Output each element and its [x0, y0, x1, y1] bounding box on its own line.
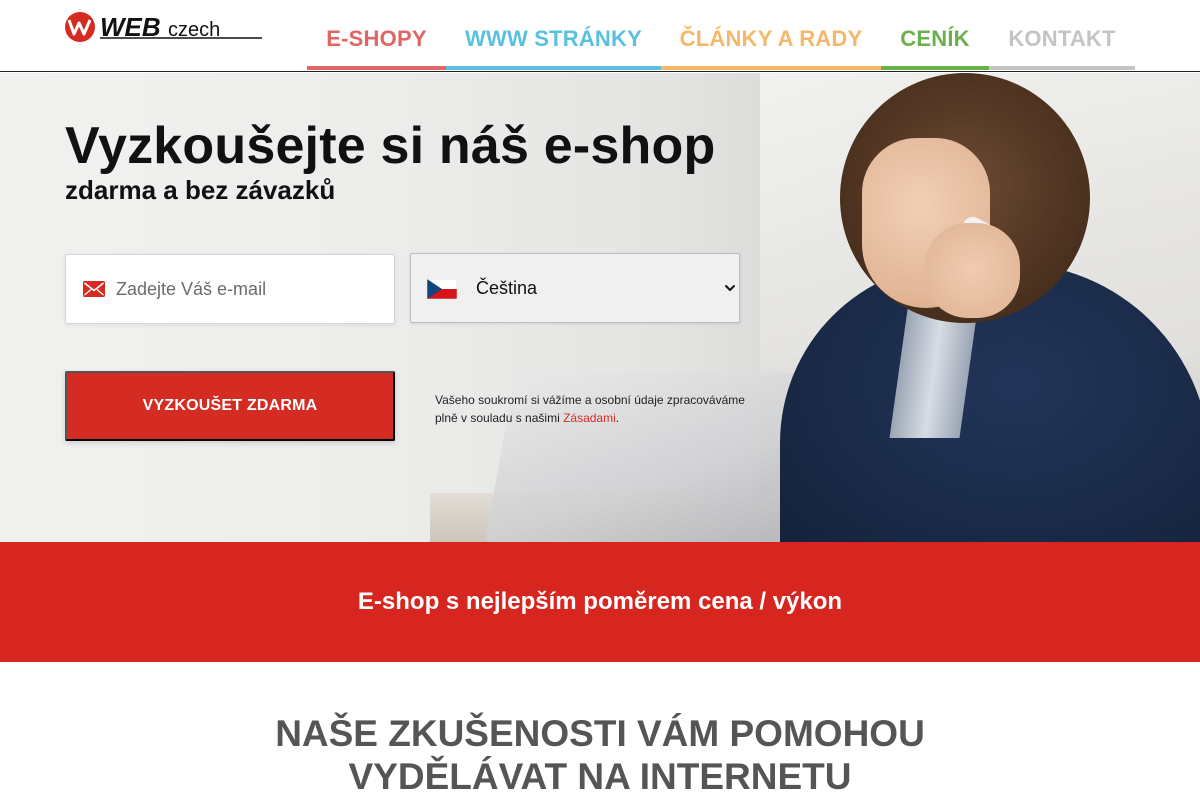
hero-title: Vyzkoušejte si náš e-shop [65, 117, 716, 175]
value-band: E-shop s nejlepším poměrem cena / výkon [0, 542, 1200, 662]
site-header: WEB czech E-SHOPY WWW STRÁNKY ČLÁNKY A R… [0, 0, 1200, 72]
envelope-icon [83, 281, 105, 297]
chevron-down-icon [725, 285, 735, 291]
language-selected-value: Čeština [476, 278, 538, 298]
experience-heading: NAŠE ZKUŠENOSTI VÁM POMOHOU VYDĚLÁVAT NA… [0, 712, 1200, 798]
privacy-policy-link[interactable]: Zásadami [563, 411, 616, 425]
czech-flag-icon [427, 279, 457, 299]
privacy-note: Vašeho soukromí si vážíme a osobní údaje… [435, 391, 765, 427]
hero-section: Vyzkoušejte si náš e-shop zdarma a bez z… [0, 73, 1200, 542]
nav-www-stranky[interactable]: WWW STRÁNKY [446, 0, 661, 70]
try-free-button[interactable]: VYZKOUŠET ZDARMA [65, 371, 395, 441]
experience-heading-line2: VYDĚLÁVAT NA INTERNETU [348, 756, 852, 797]
nav-kontakt[interactable]: KONTAKT [989, 0, 1135, 70]
experience-heading-line1: NAŠE ZKUŠENOSTI VÁM POMOHOU [275, 713, 925, 754]
hero-subtitle: zdarma a bez závazků [65, 175, 336, 205]
email-field-wrapper [65, 254, 395, 324]
main-nav: E-SHOPY WWW STRÁNKY ČLÁNKY A RADY CENÍK … [307, 0, 1135, 70]
language-select[interactable]: Čeština [410, 253, 740, 323]
value-band-text: E-shop s nejlepším poměrem cena / výkon [357, 588, 843, 615]
privacy-suffix: . [615, 411, 620, 425]
hero-woman-hand [925, 223, 1020, 318]
nav-clanky-a-rady[interactable]: ČLÁNKY A RADY [661, 0, 881, 70]
nav-eshopy[interactable]: E-SHOPY [307, 0, 446, 70]
webczech-logo[interactable]: WEB czech [64, 10, 264, 44]
webczech-logo-icon: WEB czech [65, 12, 262, 42]
email-input[interactable] [116, 255, 386, 323]
nav-cenik[interactable]: CENÍK [881, 0, 989, 70]
